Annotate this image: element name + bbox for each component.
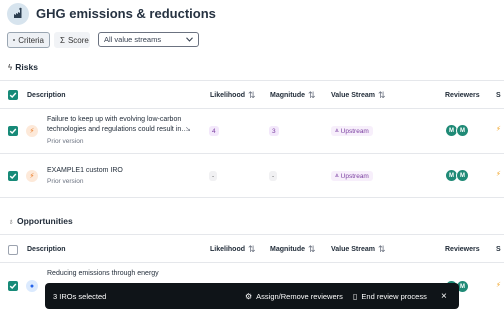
criteria-label: Criteria	[18, 35, 44, 45]
reviewer-avatars[interactable]: M M	[445, 169, 469, 182]
assign-reviewers-button[interactable]: ⚙ Assign/Remove reviewers	[245, 283, 343, 309]
risks-section-title: ϟ Risks	[8, 62, 38, 72]
risk-description[interactable]: EXAMPLE1 custom IRO	[47, 166, 123, 176]
flame-icon: ϟ	[8, 62, 13, 72]
select-all-opportunities-checkbox[interactable]	[8, 245, 18, 255]
row-checkbox[interactable]	[8, 171, 18, 181]
column-header-status: S	[496, 246, 501, 253]
lightbulb-icon: ♁	[8, 216, 14, 226]
risk-bolt-icon: ⚡	[26, 125, 38, 137]
magnitude-chip: -	[269, 171, 278, 181]
opportunity-pin-icon: ●	[26, 280, 38, 292]
score-tab-button[interactable]: Σ Score	[54, 32, 90, 48]
score-label: Score	[67, 35, 89, 45]
sort-icon: ⇅	[377, 244, 386, 254]
opportunity-description[interactable]: Reducing emissions through energy	[47, 269, 159, 279]
magnitude-chip: 3	[269, 126, 279, 136]
risks-title-text: Risks	[15, 62, 38, 72]
selection-count: 3 IROs selected	[53, 291, 107, 301]
reviewer-avatars[interactable]: M M	[445, 124, 469, 137]
bulk-action-bar: 3 IROs selected ⚙ Assign/Remove reviewer…	[45, 283, 459, 309]
factory-icon: ⩓	[335, 127, 339, 134]
value-stream-select-value: All value streams	[104, 35, 162, 44]
divider	[0, 234, 504, 235]
list-icon	[13, 39, 16, 41]
app-logo-icon	[7, 3, 29, 25]
sort-icon: ⇅	[377, 90, 386, 100]
column-header-reviewers: Reviewers	[445, 246, 480, 253]
row-checkbox[interactable]	[8, 281, 18, 291]
status-bolt-icon: ⚡	[496, 282, 501, 289]
sort-icon: ⇅	[248, 244, 256, 254]
opportunities-title-text: Opportunities	[17, 216, 73, 226]
sigma-icon: Σ	[60, 35, 65, 45]
risk-bolt-icon: ⚡	[26, 170, 38, 182]
avatar: M	[456, 169, 469, 182]
column-header-reviewers: Reviewers	[445, 92, 480, 99]
check-icon	[9, 128, 17, 134]
column-header-likelihood[interactable]: Likelihood ⇅	[210, 90, 256, 101]
risk-description[interactable]: Failure to keep up with evolving low-car…	[47, 115, 195, 135]
column-header-value-stream[interactable]: Value Stream ⇅	[331, 90, 386, 101]
sort-icon: ⇅	[308, 244, 316, 254]
column-header-value-stream[interactable]: Value Stream ⇅	[331, 244, 386, 255]
column-header-likelihood[interactable]: Likelihood ⇅	[210, 244, 256, 255]
end-review-button[interactable]: ▯ End review process	[353, 283, 427, 309]
column-header-magnitude[interactable]: Magnitude ⇅	[270, 244, 316, 255]
criteria-tab-button[interactable]: Criteria	[7, 32, 50, 48]
likelihood-chip: -	[209, 171, 218, 181]
divider	[0, 80, 504, 81]
divider	[0, 153, 504, 154]
select-all-risks-checkbox[interactable]	[8, 90, 18, 100]
divider	[0, 262, 504, 263]
sort-icon: ⇅	[308, 90, 316, 100]
status-bolt-icon: ⚡	[496, 171, 501, 178]
likelihood-chip: 4	[209, 126, 219, 136]
avatar: M	[456, 124, 469, 137]
expand-icon[interactable]: ↘	[185, 125, 191, 133]
column-header-description: Description	[27, 246, 66, 253]
check-icon	[9, 173, 17, 179]
value-stream-select[interactable]: All value streams	[98, 32, 199, 47]
row-checkbox[interactable]	[8, 126, 18, 136]
column-header-description: Description	[27, 92, 66, 99]
divider	[0, 108, 504, 109]
column-header-status: S	[496, 92, 501, 99]
user-gear-icon: ⚙	[245, 291, 253, 301]
document-icon: ▯	[353, 291, 358, 301]
prior-version-link[interactable]: Prior version	[47, 178, 83, 185]
check-icon	[9, 283, 17, 289]
divider	[0, 197, 504, 198]
prior-version-link[interactable]: Prior version	[47, 138, 83, 145]
check-icon	[9, 92, 17, 98]
value-stream-chip: ⩓ Upstream	[331, 171, 373, 181]
opportunities-section-title: ♁ Opportunities	[8, 216, 73, 226]
value-stream-chip: ⩓ Upstream	[331, 126, 373, 136]
chevron-down-icon	[186, 37, 193, 42]
page-title: GHG emissions & reductions	[36, 6, 216, 21]
sort-icon: ⇅	[248, 90, 256, 100]
factory-icon: ⩓	[335, 172, 339, 179]
column-header-magnitude[interactable]: Magnitude ⇅	[270, 90, 316, 101]
close-icon[interactable]: ×	[441, 283, 447, 309]
status-bolt-icon: ⚡	[496, 126, 501, 133]
